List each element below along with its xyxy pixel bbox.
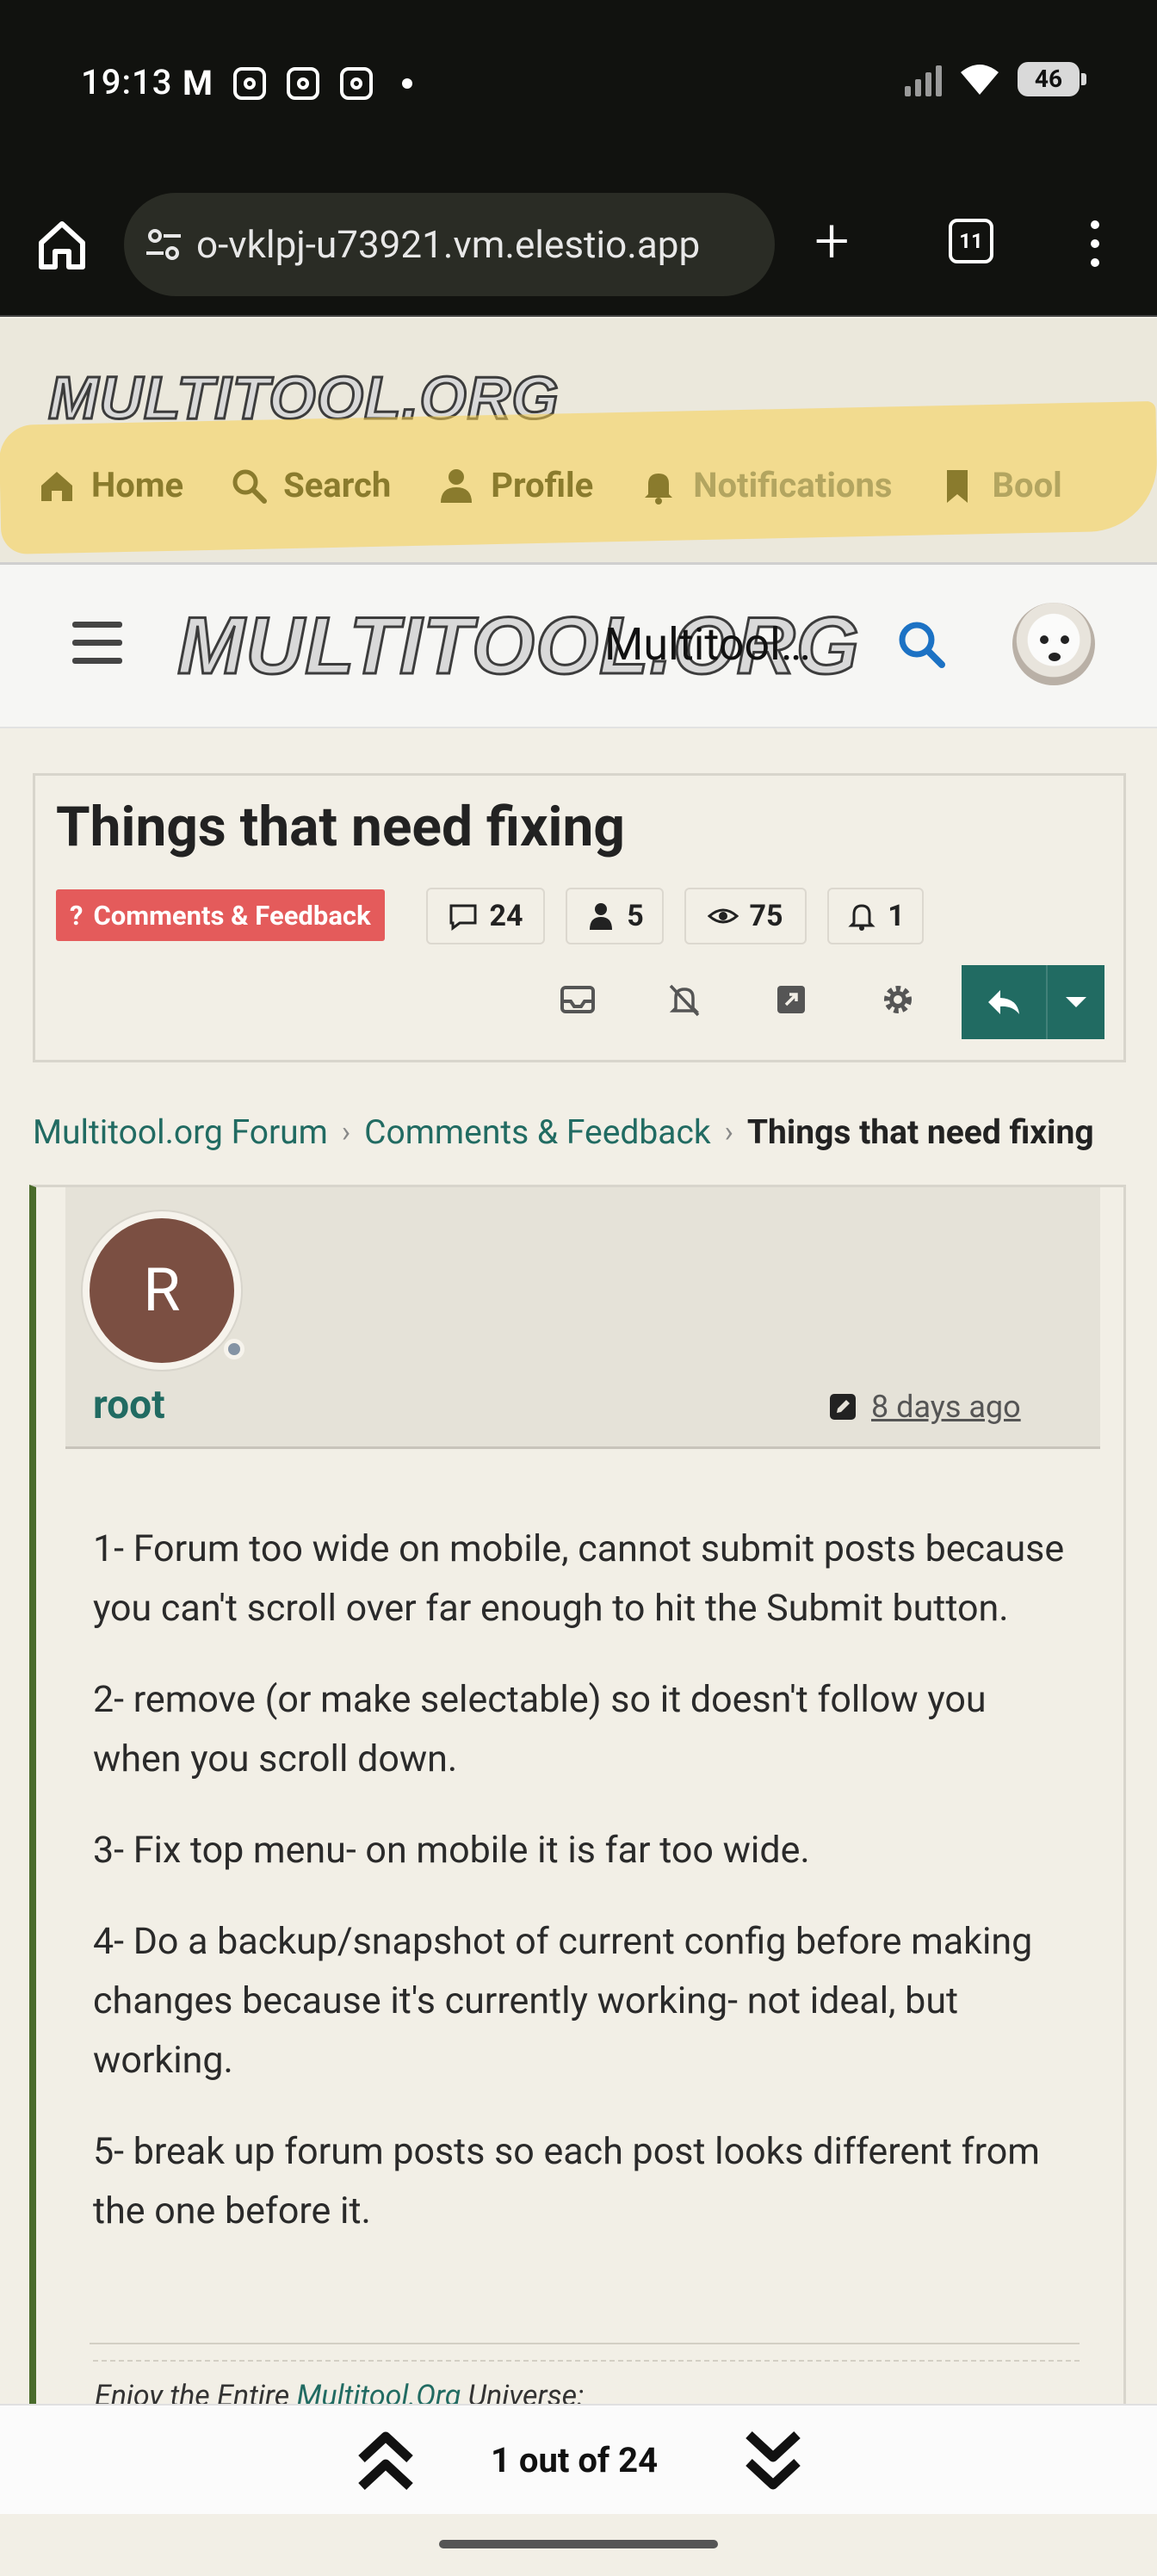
- browser-toolbar: o-vklpj-u73921.vm.elestio.app + 11: [0, 172, 1157, 317]
- person-icon: [590, 903, 613, 930]
- post-paragraph: 2- remove (or make selectable) so it doe…: [93, 1678, 987, 1780]
- gesture-bar[interactable]: [439, 2540, 718, 2548]
- breadcrumb: Multitool.org Forum › Comments & Feedbac…: [33, 1112, 1157, 1152]
- bell-icon: [848, 904, 875, 931]
- nav-home-label: Home: [91, 465, 184, 505]
- home-icon[interactable]: [34, 217, 90, 272]
- category-label: Comments & Feedback: [93, 899, 371, 932]
- search-icon: [232, 469, 268, 504]
- browser-menu-icon[interactable]: [1086, 220, 1104, 277]
- search-icon[interactable]: [894, 616, 949, 672]
- post-date[interactable]: 8 days ago: [871, 1389, 1021, 1425]
- post-date-link[interactable]: 8 days ago: [828, 1389, 1021, 1425]
- post-paragraph: 1- Forum too wide on mobile, cannot subm…: [93, 1527, 1065, 1630]
- post-body: 1- Forum too wide on mobile, cannot subm…: [93, 1520, 1083, 2273]
- users-count: 5: [627, 899, 644, 933]
- breadcrumb-current: Things that need fixing: [746, 1112, 1094, 1152]
- bookmark-icon: [947, 469, 968, 503]
- double-chevron-down-icon[interactable]: [742, 2426, 804, 2495]
- post-header: R root 8 days ago: [65, 1187, 1100, 1449]
- chevron-down-icon[interactable]: [1048, 994, 1104, 1011]
- avatar[interactable]: R: [83, 1211, 241, 1370]
- battery-indicator: 46: [1018, 62, 1086, 96]
- post-author[interactable]: root: [93, 1382, 165, 1428]
- question-icon: ?: [70, 899, 84, 932]
- post-navigator: 1 out of 24: [0, 2404, 1157, 2514]
- post-paragraph: 3- Fix top menu- on mobile it is far too…: [93, 1829, 810, 1872]
- person-icon: [441, 468, 473, 503]
- eye-icon: [708, 908, 739, 924]
- system-icons: 46: [905, 62, 1086, 96]
- replies-stat: 24: [426, 888, 545, 944]
- new-tab-button[interactable]: +: [814, 210, 850, 272]
- nav-profile-label: Profile: [491, 465, 594, 505]
- user-avatar[interactable]: [1012, 603, 1095, 685]
- instagram-icon: [340, 67, 374, 100]
- watchers-stat: 1: [827, 888, 924, 944]
- site-header: MULTITOOL.ORG Home Search Profile Notifi…: [0, 319, 1157, 565]
- views-stat: 75: [684, 888, 807, 944]
- nav-profile[interactable]: Profile: [437, 465, 593, 505]
- comment-icon: [449, 904, 477, 931]
- status-dot: [224, 1339, 244, 1359]
- breadcrumb-forum[interactable]: Multitool.org Forum: [33, 1112, 328, 1152]
- gear-icon[interactable]: [879, 981, 917, 1019]
- reply-icon: [962, 965, 1048, 1039]
- edit-icon: [830, 1394, 856, 1420]
- signal-icon: [905, 62, 942, 96]
- status-time: 19:13: [81, 62, 173, 102]
- divider: [93, 2360, 1080, 2362]
- category-badge[interactable]: ? Comments & Feedback: [56, 889, 385, 941]
- watchers-count: 1: [888, 899, 905, 933]
- reply-button[interactable]: [962, 965, 1104, 1039]
- more-notifications-icon: [402, 78, 413, 89]
- nav-search[interactable]: Search: [230, 465, 391, 505]
- gmail-icon: M: [183, 63, 213, 103]
- nav-search-label: Search: [283, 465, 392, 505]
- tab-switcher-button[interactable]: 11: [949, 219, 993, 263]
- nav-notifications-label: Notifications: [693, 465, 893, 505]
- post-paragraph: 4- Do a backup/snapshot of current confi…: [93, 1920, 1033, 2082]
- open-external-icon[interactable]: [772, 981, 810, 1019]
- post-position[interactable]: 1 out of 24: [491, 2440, 658, 2480]
- hamburger-menu-icon[interactable]: [72, 622, 122, 676]
- nav-notifications[interactable]: Notifications: [640, 465, 892, 505]
- forum-header: MULTITOOL.ORG Multitool…: [0, 565, 1157, 728]
- home-icon: [41, 471, 72, 501]
- breadcrumb-separator: ›: [341, 1115, 351, 1149]
- breadcrumb-category[interactable]: Comments & Feedback: [364, 1112, 711, 1152]
- instagram-icon: [287, 67, 320, 100]
- replies-count: 24: [489, 899, 523, 933]
- address-bar[interactable]: o-vklpj-u73921.vm.elestio.app: [124, 193, 775, 296]
- post-paragraph: 5- break up forum posts so each post loo…: [93, 2130, 1040, 2232]
- top-nav: Home Search Profile Notifications Bool: [38, 465, 1062, 505]
- instagram-icon: [233, 67, 267, 100]
- topic-header: Things that need fixing ? Comments & Fee…: [33, 773, 1126, 1062]
- bell-icon: [645, 473, 673, 505]
- topic-title: Things that need fixing: [56, 795, 625, 859]
- views-count: 75: [749, 899, 783, 933]
- notification-icons: M: [183, 63, 413, 103]
- forum-title[interactable]: Multitool…: [604, 618, 811, 671]
- bell-off-icon[interactable]: [665, 981, 703, 1019]
- inbox-icon[interactable]: [559, 981, 597, 1019]
- nav-home[interactable]: Home: [38, 465, 183, 505]
- site-settings-icon[interactable]: [143, 224, 184, 265]
- post: R root 8 days ago 1- Forum too wide on m…: [29, 1185, 1126, 2476]
- users-stat: 5: [566, 888, 664, 944]
- url-text[interactable]: o-vklpj-u73921.vm.elestio.app: [196, 222, 700, 267]
- nav-bookmarks[interactable]: Bool: [938, 465, 1062, 505]
- breadcrumb-separator: ›: [724, 1115, 733, 1149]
- nav-bookmarks-label: Bool: [992, 465, 1062, 505]
- status-bar: 19:13 M 46: [0, 0, 1157, 172]
- wifi-icon: [961, 65, 999, 95]
- divider: [90, 2343, 1080, 2344]
- double-chevron-up-icon[interactable]: [355, 2426, 417, 2495]
